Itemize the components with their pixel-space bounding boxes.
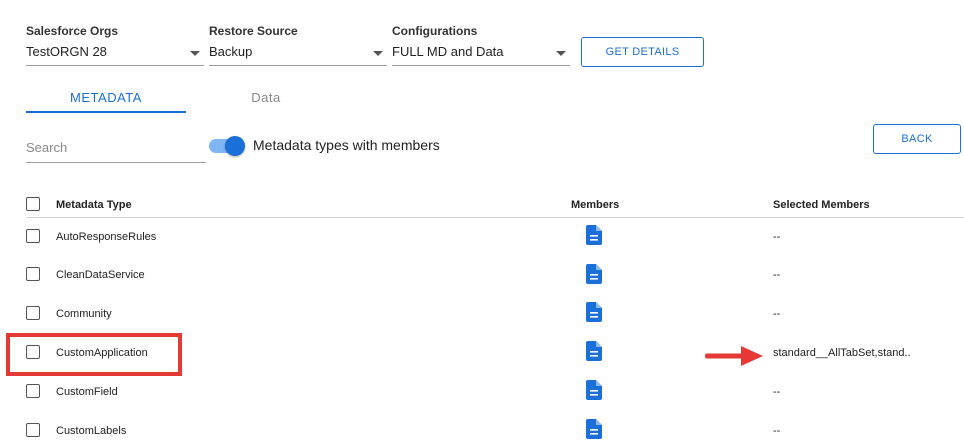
red-arrow-icon bbox=[705, 346, 763, 366]
orgs-value: TestORGN 28 bbox=[26, 44, 107, 59]
metadata-type-name: AutoResponseRules bbox=[56, 231, 157, 243]
row-checkbox[interactable] bbox=[26, 423, 40, 437]
toggle-knob bbox=[225, 136, 245, 156]
restore-source-select[interactable]: Backup bbox=[209, 42, 387, 66]
selected-members-value: -- bbox=[773, 386, 781, 398]
restore-source-label: Restore Source bbox=[209, 24, 298, 38]
metadata-type-name: CustomApplication bbox=[56, 347, 148, 359]
table-header-divider bbox=[26, 217, 964, 218]
orgs-select[interactable]: TestORGN 28 bbox=[26, 42, 204, 66]
configurations-value: FULL MD and Data bbox=[392, 44, 504, 59]
document-icon[interactable] bbox=[586, 264, 602, 284]
selected-members-value: -- bbox=[773, 231, 781, 243]
row-checkbox[interactable] bbox=[26, 384, 40, 398]
metadata-type-name: CustomField bbox=[56, 386, 118, 398]
chevron-down-icon bbox=[556, 51, 566, 56]
search-input[interactable] bbox=[26, 140, 206, 155]
row-checkbox[interactable] bbox=[26, 345, 40, 359]
document-icon[interactable] bbox=[586, 302, 602, 322]
column-header-metadata-type: Metadata Type bbox=[56, 199, 132, 211]
chevron-down-icon bbox=[190, 51, 200, 56]
get-details-button[interactable]: GET DETAILS bbox=[581, 37, 704, 67]
members-toggle[interactable] bbox=[209, 134, 247, 158]
row-checkbox[interactable] bbox=[26, 229, 40, 243]
tab-metadata[interactable]: METADATA bbox=[26, 90, 186, 105]
configurations-select[interactable]: FULL MD and Data bbox=[392, 42, 570, 66]
back-button[interactable]: BACK bbox=[873, 124, 961, 154]
selected-members-value: -- bbox=[773, 308, 781, 320]
search-field[interactable] bbox=[26, 139, 206, 163]
active-tab-indicator bbox=[26, 111, 186, 113]
toggle-label: Metadata types with members bbox=[253, 137, 440, 153]
column-header-members: Members bbox=[571, 199, 620, 211]
orgs-label: Salesforce Orgs bbox=[26, 24, 119, 38]
document-icon[interactable] bbox=[586, 380, 602, 400]
document-icon[interactable] bbox=[586, 341, 602, 361]
selected-members-value: standard__AllTabSet,stand.. bbox=[773, 347, 911, 359]
metadata-type-name: Community bbox=[56, 308, 112, 320]
tab-data[interactable]: Data bbox=[186, 90, 346, 105]
row-checkbox[interactable] bbox=[26, 267, 40, 281]
metadata-type-name: CleanDataService bbox=[56, 269, 145, 281]
metadata-type-name: CustomLabels bbox=[56, 425, 127, 437]
document-icon[interactable] bbox=[586, 419, 602, 439]
select-all-checkbox[interactable] bbox=[26, 197, 40, 211]
chevron-down-icon bbox=[373, 51, 383, 56]
row-checkbox[interactable] bbox=[26, 306, 40, 320]
selected-members-value: -- bbox=[773, 425, 781, 437]
selected-members-value: -- bbox=[773, 269, 781, 281]
column-header-selected-members: Selected Members bbox=[773, 199, 870, 211]
configurations-label: Configurations bbox=[392, 24, 478, 38]
restore-source-value: Backup bbox=[209, 44, 253, 59]
document-icon[interactable] bbox=[586, 225, 602, 245]
